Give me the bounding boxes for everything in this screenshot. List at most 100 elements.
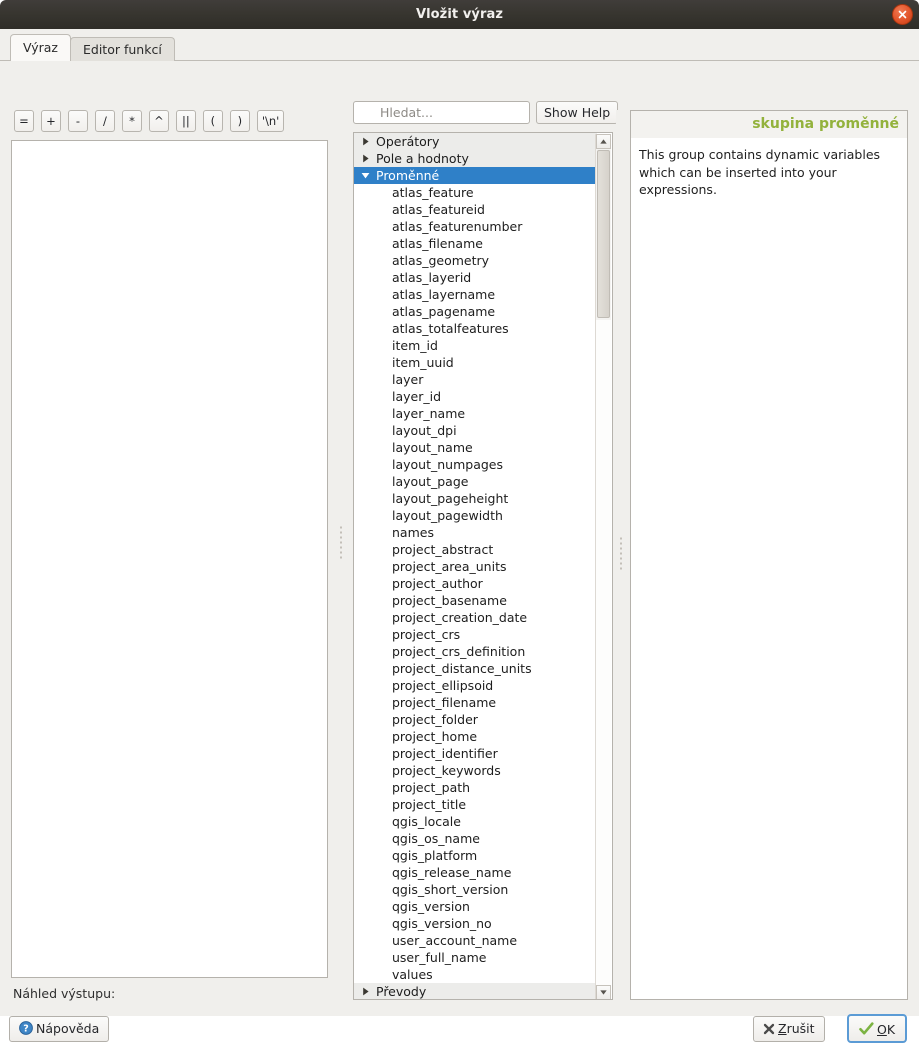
- operator-button-bar: = + - / * ^ || ( ) '\n': [14, 110, 287, 132]
- tree-item-label: layout_pagewidth: [392, 508, 503, 523]
- tree-item-label: atlas_pagename: [392, 304, 496, 319]
- expression-tree[interactable]: Operátory Pole a hodnoty Proměnné atlas_fea…: [353, 132, 613, 1000]
- cancel-button[interactable]: Zrušit: [753, 1016, 825, 1042]
- tree-item-variable[interactable]: project_path: [354, 779, 597, 796]
- ok-button[interactable]: OK: [847, 1014, 908, 1045]
- tree-item-variable[interactable]: project_home: [354, 728, 597, 745]
- expression-input[interactable]: [11, 140, 328, 978]
- tree-item-variable[interactable]: names: [354, 524, 597, 541]
- close-icon[interactable]: [892, 4, 913, 25]
- tree-vertical-scrollbar[interactable]: [595, 134, 611, 999]
- tree-item-label: atlas_layername: [392, 287, 496, 302]
- tree-item-variable[interactable]: qgis_release_name: [354, 864, 597, 881]
- tree-item-label: project_area_units: [392, 559, 507, 574]
- tree-item-variable[interactable]: item_id: [354, 337, 597, 354]
- tab-expression[interactable]: Výraz: [10, 34, 71, 61]
- chevron-right-icon: [363, 154, 369, 163]
- tree-item-variable[interactable]: qgis_version_no: [354, 915, 597, 932]
- cancel-button-label: Zrušit: [778, 1021, 815, 1036]
- tree-item-variable[interactable]: project_creation_date: [354, 609, 597, 626]
- tree-item-label: item_id: [392, 338, 438, 353]
- tree-scroll-thumb[interactable]: [597, 150, 610, 318]
- splitter-left[interactable]: [336, 110, 346, 978]
- operator-button-concat[interactable]: ||: [175, 110, 196, 132]
- scroll-up-arrow-icon[interactable]: [596, 134, 611, 149]
- tree-item-variable[interactable]: project_crs: [354, 626, 597, 643]
- splitter-right[interactable]: [616, 110, 626, 1000]
- tree-item-variable[interactable]: atlas_pagename: [354, 303, 597, 320]
- tree-item-label: atlas_featureid: [392, 202, 485, 217]
- tree-group-1[interactable]: Operátory: [354, 133, 597, 150]
- tree-item-variable[interactable]: atlas_layername: [354, 286, 597, 303]
- tree-item-variable[interactable]: layout_pagewidth: [354, 507, 597, 524]
- tree-item-variable[interactable]: user_full_name: [354, 949, 597, 966]
- tree-scroll-track[interactable]: [596, 320, 611, 985]
- tree-item-variable[interactable]: item_uuid: [354, 354, 597, 371]
- chevron-right-icon: [363, 137, 369, 146]
- tab-function-editor-label: Editor funkcí: [83, 42, 162, 57]
- operator-button-power[interactable]: ^: [148, 110, 169, 132]
- tree-item-variable[interactable]: values: [354, 966, 597, 983]
- tree-item-label: names: [392, 525, 434, 540]
- tree-item-variable[interactable]: layout_pageheight: [354, 490, 597, 507]
- operator-button-newline[interactable]: '\n': [256, 110, 285, 132]
- tree-item-variable[interactable]: user_account_name: [354, 932, 597, 949]
- operator-button-equals[interactable]: =: [14, 110, 34, 132]
- dialog-button-bar: ? Nápověda Zrušit OK: [0, 985, 919, 1045]
- tree-item-variable[interactable]: qgis_platform: [354, 847, 597, 864]
- search-input[interactable]: [353, 101, 530, 124]
- tree-item-variable[interactable]: qgis_locale: [354, 813, 597, 830]
- svg-text:?: ?: [23, 1023, 29, 1034]
- tree-item-variable[interactable]: project_keywords: [354, 762, 597, 779]
- show-help-button[interactable]: Show Help: [536, 101, 619, 124]
- tab-function-editor[interactable]: Editor funkcí: [70, 37, 175, 61]
- tree-item-label: project_identifier: [392, 746, 498, 761]
- operator-button-multiply[interactable]: *: [121, 110, 142, 132]
- tree-item-variable[interactable]: layout_dpi: [354, 422, 597, 439]
- tree-item-variable[interactable]: atlas_geometry: [354, 252, 597, 269]
- tree-item-variable[interactable]: project_folder: [354, 711, 597, 728]
- check-icon: [859, 1018, 874, 1045]
- tree-item-variable[interactable]: project_identifier: [354, 745, 597, 762]
- tree-item-variable[interactable]: layer_name: [354, 405, 597, 422]
- tree-item-label: project_path: [392, 780, 471, 795]
- tree-item-variable[interactable]: atlas_featureid: [354, 201, 597, 218]
- tree-item-label: qgis_platform: [392, 848, 478, 863]
- tree-item-variable[interactable]: atlas_layerid: [354, 269, 597, 286]
- tree-item-variable[interactable]: layer_id: [354, 388, 597, 405]
- tree-item-variable[interactable]: project_crs_definition: [354, 643, 597, 660]
- tree-item-variable[interactable]: layout_page: [354, 473, 597, 490]
- tree-group-2[interactable]: Pole a hodnoty: [354, 150, 597, 167]
- tree-item-label: atlas_feature: [392, 185, 474, 200]
- tree-item-variable[interactable]: atlas_featurenumber: [354, 218, 597, 235]
- operator-button-paren-close[interactable]: ): [229, 110, 250, 132]
- tree-item-variable[interactable]: layer: [354, 371, 597, 388]
- tree-item-variable[interactable]: atlas_filename: [354, 235, 597, 252]
- operator-button-plus[interactable]: +: [40, 110, 61, 132]
- tree-item-variable[interactable]: project_abstract: [354, 541, 597, 558]
- tree-group-3[interactable]: Proměnné: [354, 167, 597, 184]
- tree-item-variable[interactable]: layout_numpages: [354, 456, 597, 473]
- operator-button-divide[interactable]: /: [94, 110, 115, 132]
- tree-item-variable[interactable]: atlas_totalfeatures: [354, 320, 597, 337]
- tree-item-variable[interactable]: project_filename: [354, 694, 597, 711]
- tree-item-variable[interactable]: project_title: [354, 796, 597, 813]
- tree-item-label: project_abstract: [392, 542, 494, 557]
- help-button[interactable]: ? Nápověda: [9, 1016, 110, 1042]
- help-panel-text: This group contains dynamic variables wh…: [639, 147, 881, 197]
- operator-button-paren-open[interactable]: (: [202, 110, 223, 132]
- tree-item-variable[interactable]: layout_name: [354, 439, 597, 456]
- operator-button-minus[interactable]: -: [67, 110, 88, 132]
- tree-item-variable[interactable]: qgis_short_version: [354, 881, 597, 898]
- tree-item-variable[interactable]: project_basename: [354, 592, 597, 609]
- tree-item-variable[interactable]: atlas_feature: [354, 184, 597, 201]
- tree-item-variable[interactable]: qgis_os_name: [354, 830, 597, 847]
- tab-expression-label: Výraz: [23, 40, 58, 55]
- tree-group-label: Proměnné: [376, 168, 440, 183]
- tree-item-variable[interactable]: qgis_version: [354, 898, 597, 915]
- tree-item-variable[interactable]: project_author: [354, 575, 597, 592]
- tree-item-variable[interactable]: project_area_units: [354, 558, 597, 575]
- tree-item-label: layout_name: [392, 440, 473, 455]
- tree-item-variable[interactable]: project_ellipsoid: [354, 677, 597, 694]
- tree-item-variable[interactable]: project_distance_units: [354, 660, 597, 677]
